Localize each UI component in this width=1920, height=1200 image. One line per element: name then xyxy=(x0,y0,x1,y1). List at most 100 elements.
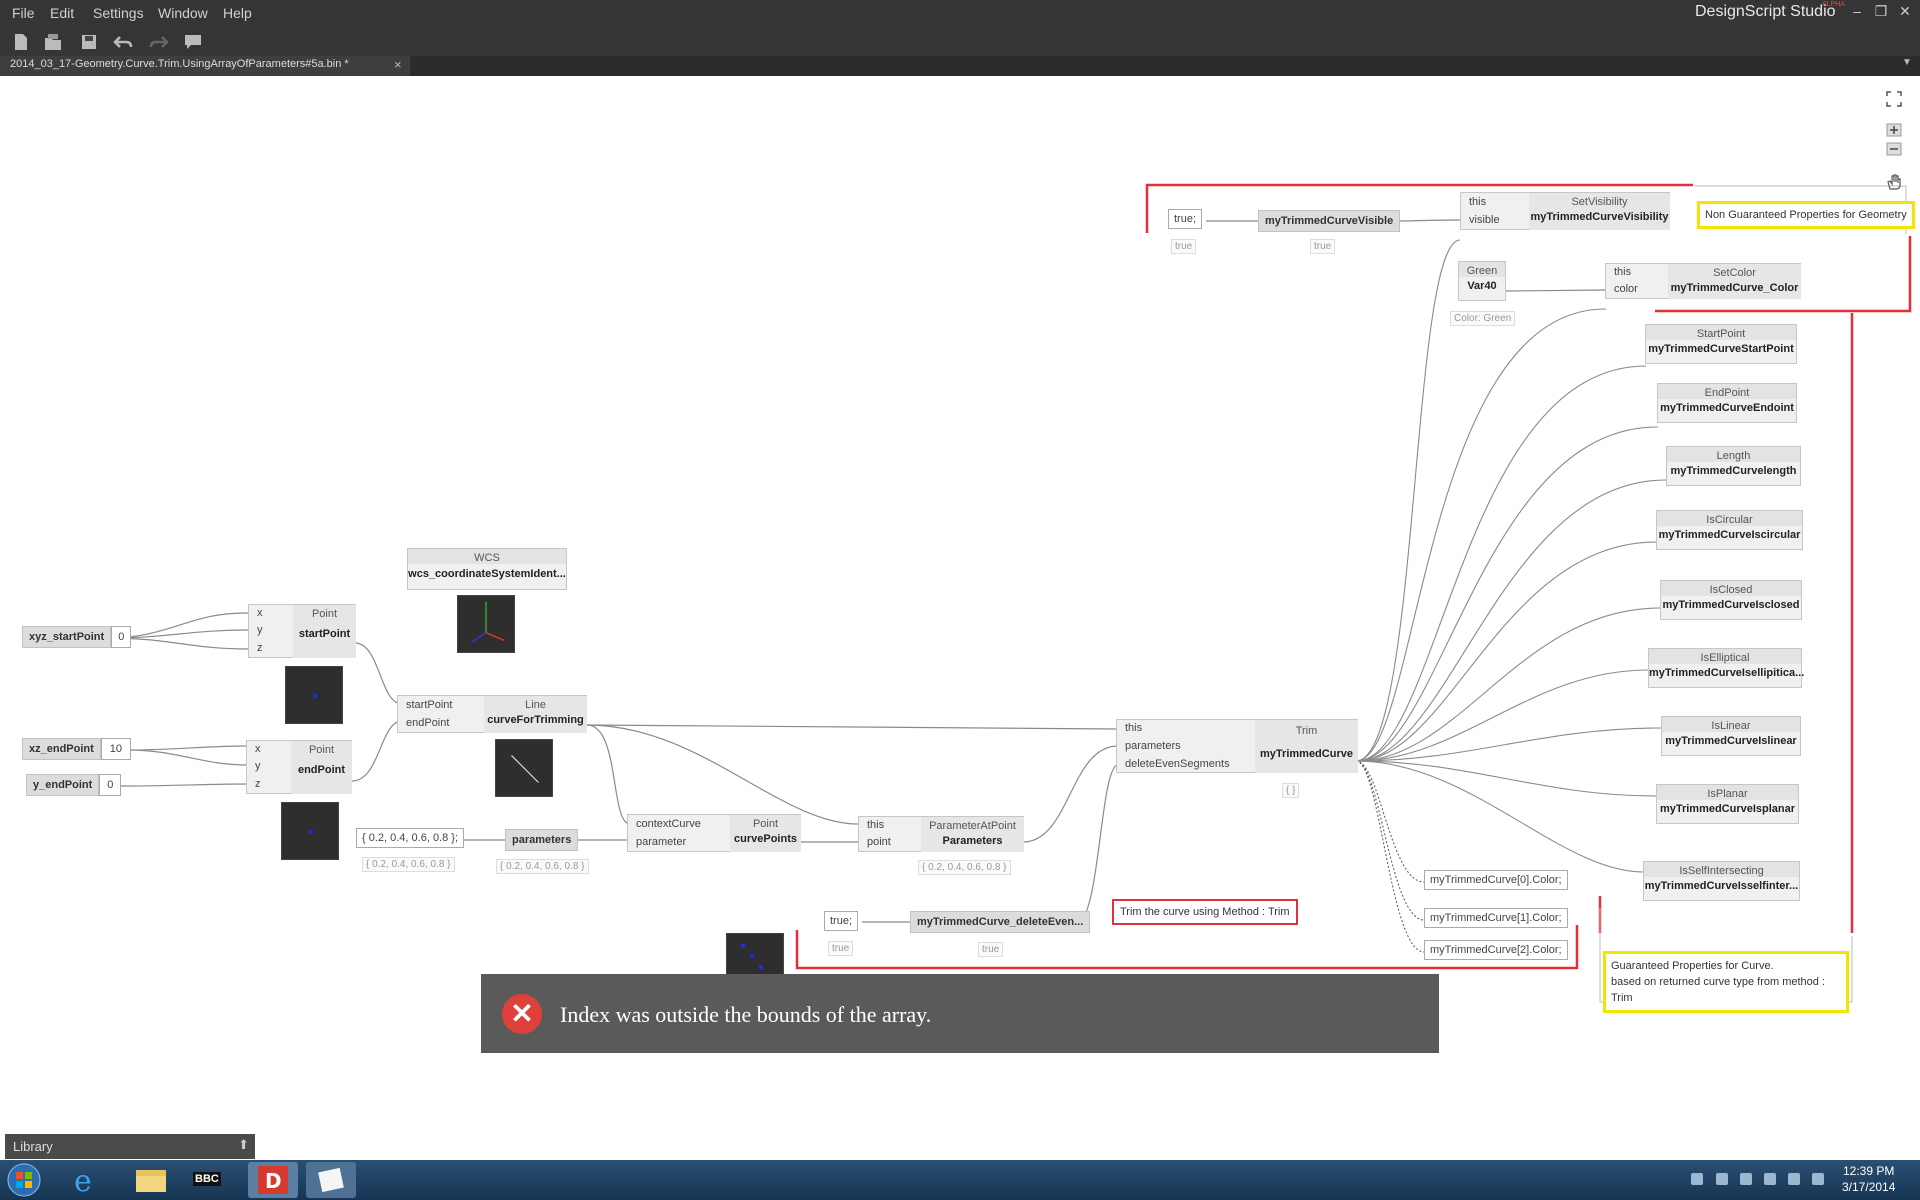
internet-explorer-icon[interactable]: e xyxy=(62,1162,112,1198)
input-x[interactable]: x xyxy=(257,607,263,619)
line-node[interactable]: Line curveForTrimming startPoint endPoin… xyxy=(397,695,587,733)
set-visibility-node[interactable]: SetVisibility myTrimmedCurveVisibility t… xyxy=(1460,192,1670,230)
open-file-icon[interactable] xyxy=(42,31,64,53)
library-panel-tab[interactable]: Library ⬆ xyxy=(5,1134,255,1159)
green-color-node[interactable]: Green Var40 xyxy=(1458,261,1506,301)
trimmed-curve-color-2-code-block[interactable]: myTrimmedCurve[2].Color; xyxy=(1424,940,1568,960)
file-explorer-icon[interactable] xyxy=(126,1162,176,1198)
menu-help[interactable]: Help xyxy=(223,5,252,21)
input-parameter[interactable]: parameter xyxy=(636,836,686,848)
menu-file[interactable]: File xyxy=(12,5,35,21)
delete-even-code-block[interactable]: true; xyxy=(824,911,859,931)
undo-icon[interactable] xyxy=(112,31,134,53)
xz-endpoint-node[interactable]: xz_endPoint 10 xyxy=(22,738,132,760)
input-this[interactable]: this xyxy=(1469,196,1486,208)
error-close-icon[interactable]: ✕ xyxy=(502,994,542,1034)
input-this[interactable]: this xyxy=(1614,266,1631,278)
input-point[interactable]: point xyxy=(867,836,891,848)
minimize-icon[interactable]: – xyxy=(1848,3,1866,19)
number-value[interactable]: 0 xyxy=(111,626,132,648)
trimmed-curve-color-0-code-block[interactable]: myTrimmedCurve[0].Color; xyxy=(1424,870,1568,890)
parameters-node[interactable]: parameters xyxy=(505,829,579,851)
code-block-preview: true xyxy=(828,941,854,956)
input-contextcurve[interactable]: contextCurve xyxy=(636,818,701,830)
islinear-property-node[interactable]: IsLinear myTrimmedCurveIslinear xyxy=(1661,716,1801,756)
guaranteed-properties-note[interactable]: Guaranteed Properties for Curve. based o… xyxy=(1603,951,1849,1013)
new-file-icon[interactable] xyxy=(10,31,32,53)
input-y[interactable]: y xyxy=(257,624,263,636)
iselliptical-property-node[interactable]: IsElliptical myTrimmedCurveIsellipitica.… xyxy=(1648,648,1804,688)
zoom-in-icon[interactable] xyxy=(1885,123,1903,137)
input-endpoint[interactable]: endPoint xyxy=(406,717,449,729)
network-icon[interactable] xyxy=(1788,1173,1800,1185)
number-value[interactable]: 10 xyxy=(100,738,132,760)
length-property-node[interactable]: Length myTrimmedCurvelength xyxy=(1666,446,1801,486)
fit-view-icon[interactable] xyxy=(1885,90,1903,108)
start-button-icon[interactable] xyxy=(2,1162,46,1198)
dropbox-icon[interactable] xyxy=(1691,1173,1703,1185)
xyz-startpoint-node[interactable]: xyz_startPoint 0 xyxy=(22,626,132,648)
menu-window[interactable]: Window xyxy=(158,5,208,21)
bbc-app-icon[interactable]: BBC xyxy=(184,1162,234,1198)
action-center-flag-icon[interactable] xyxy=(1812,1173,1824,1185)
trimmed-curve-color-1-code-block[interactable]: myTrimmedCurve[1].Color; xyxy=(1424,908,1568,928)
startpoint-property-node[interactable]: StartPoint myTrimmedCurveStartPoint xyxy=(1645,324,1797,364)
number-value[interactable]: 0 xyxy=(99,774,122,796)
non-guaranteed-note[interactable]: Non Guaranteed Properties for Geometry xyxy=(1697,201,1915,229)
point-endpoint-node[interactable]: Point endPoint x y z xyxy=(246,740,352,794)
zoom-out-icon[interactable] xyxy=(1885,142,1903,156)
tab-dropdown-icon[interactable]: ▼ xyxy=(1902,57,1912,68)
input-x[interactable]: x xyxy=(255,743,261,755)
isplanar-property-node[interactable]: IsPlanar myTrimmedCurveIsplanar xyxy=(1656,784,1799,824)
menu-settings[interactable]: Settings xyxy=(93,5,144,21)
trim-node[interactable]: Trim myTrimmedCurve this parameters dele… xyxy=(1116,719,1358,773)
comment-icon[interactable] xyxy=(182,31,204,53)
y-endpoint-node[interactable]: y_endPoint 0 xyxy=(26,774,122,796)
snipping-tool-icon[interactable] xyxy=(306,1162,356,1198)
graph-canvas[interactable]: xyz_startPoint 0 xz_endPoint 10 y_endPoint… xyxy=(0,76,1920,1134)
save-icon[interactable] xyxy=(78,31,100,53)
visible-code-block[interactable]: true; xyxy=(1168,209,1203,229)
designscript-studio-icon[interactable]: D xyxy=(248,1162,298,1198)
input-parameters[interactable]: parameters xyxy=(1125,740,1181,752)
input-delete-even-segments[interactable]: deleteEvenSegments xyxy=(1125,758,1230,770)
node-name: curveForTrimming xyxy=(487,714,584,726)
isselfintersecting-property-node[interactable]: IsSelfIntersecting myTrimmedCurveIsselfi… xyxy=(1643,861,1800,901)
pin-icon[interactable]: ⬆ xyxy=(238,1137,249,1153)
close-window-icon[interactable]: ✕ xyxy=(1896,3,1914,20)
parameter-at-point-node[interactable]: ParameterAtPoint Parameters this point xyxy=(858,816,1024,852)
input-this[interactable]: this xyxy=(1125,722,1142,734)
wcs-node[interactable]: WCS wcs_coordinateSystemIdent... xyxy=(407,548,567,590)
node-type: EndPoint xyxy=(1658,384,1796,399)
volume-icon[interactable] xyxy=(1764,1173,1776,1185)
pan-hand-icon[interactable] xyxy=(1885,173,1903,191)
system-clock[interactable]: 12:39 PM 3/17/2014 xyxy=(1842,1163,1895,1195)
tray-app-icon[interactable] xyxy=(1716,1173,1728,1185)
delete-even-segments-node[interactable]: myTrimmedCurve_deleteEven... xyxy=(910,911,1091,933)
input-this[interactable]: this xyxy=(867,819,884,831)
endpoint-property-node[interactable]: EndPoint myTrimmedCurveEndoint xyxy=(1657,383,1797,423)
tab-close-icon[interactable]: × xyxy=(394,57,402,72)
input-color[interactable]: color xyxy=(1614,283,1638,295)
isclosed-property-node[interactable]: IsClosed myTrimmedCurveIsclosed xyxy=(1660,580,1802,620)
menu-edit[interactable]: Edit xyxy=(50,5,74,21)
document-tab-label: 2014_03_17-Geometry.Curve.Trim.UsingArra… xyxy=(10,58,349,70)
restore-icon[interactable]: ❐ xyxy=(1872,3,1890,20)
input-z[interactable]: z xyxy=(257,642,263,654)
input-startpoint[interactable]: startPoint xyxy=(406,699,452,711)
document-tab[interactable]: 2014_03_17-Geometry.Curve.Trim.UsingArra… xyxy=(0,56,410,76)
curve-points-node[interactable]: Point curvePoints contextCurve parameter xyxy=(627,814,801,852)
iscircular-property-node[interactable]: IsCircular myTrimmedCurveIscircular xyxy=(1656,510,1803,550)
set-color-node[interactable]: SetColor myTrimmedCurve_Color this color xyxy=(1605,263,1801,299)
power-icon[interactable] xyxy=(1740,1173,1752,1185)
bbc-label: BBC xyxy=(193,1172,221,1186)
input-y[interactable]: y xyxy=(255,760,261,772)
parameters-code-block[interactable]: { 0.2, 0.4, 0.6, 0.8 }; xyxy=(356,828,465,848)
note-line: Guaranteed Properties for Curve. xyxy=(1611,960,1774,972)
input-visible[interactable]: visible xyxy=(1469,214,1500,226)
point-startpoint-node[interactable]: Point startPoint x y z xyxy=(248,604,356,658)
redo-icon[interactable] xyxy=(148,31,170,53)
input-z[interactable]: z xyxy=(255,778,261,790)
trimmed-curve-visible-node[interactable]: myTrimmedCurveVisible xyxy=(1258,210,1401,232)
trim-comment-note[interactable]: Trim the curve using Method : Trim xyxy=(1112,899,1298,925)
